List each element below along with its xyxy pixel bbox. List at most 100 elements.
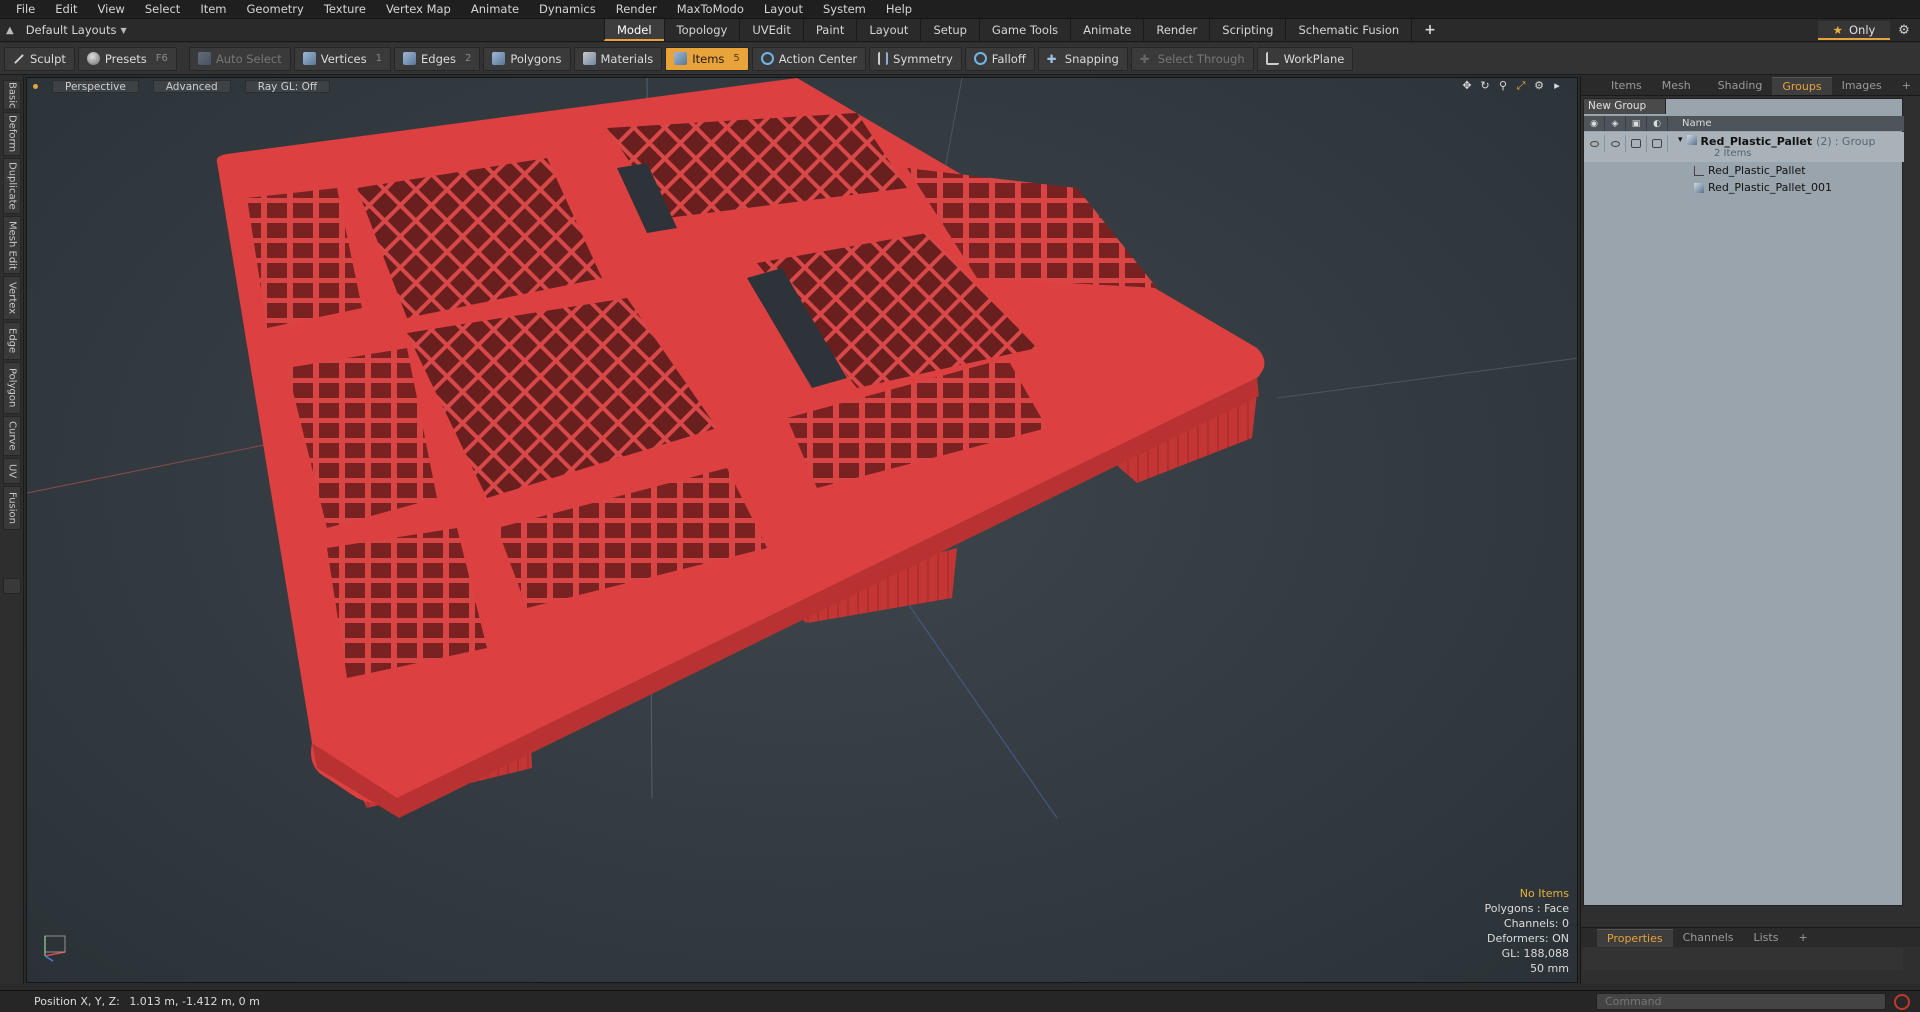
viewport-options-dot[interactable]	[33, 84, 38, 89]
tab-layout[interactable]: Layout	[856, 19, 920, 41]
action-center-label: Action Center	[778, 51, 858, 66]
left-tab-polygon[interactable]: Polygon	[3, 362, 21, 414]
left-strip-toggle[interactable]	[3, 578, 21, 594]
tree-row-child[interactable]: Red_Plastic_Pallet_001	[1584, 179, 1904, 196]
expand-arrow-icon[interactable]: ▾	[1678, 135, 1683, 145]
tab-scripting[interactable]: Scripting	[1209, 19, 1285, 41]
tab-schematic-fusion[interactable]: Schematic Fusion	[1285, 19, 1411, 41]
pallet-model[interactable]	[27, 78, 1578, 983]
menu-dynamics[interactable]: Dynamics	[529, 0, 606, 19]
visibility-column-icon[interactable]: ◉	[1584, 116, 1605, 131]
tab-uvedit[interactable]: UVEdit	[739, 19, 803, 41]
tab-properties[interactable]: Properties	[1597, 929, 1673, 947]
zoom-view-icon[interactable]: ⚲	[1497, 80, 1509, 92]
auto-select-button[interactable]: Auto Select	[188, 46, 291, 71]
sculpt-button[interactable]: Sculpt	[4, 46, 75, 71]
menu-edit[interactable]: Edit	[45, 0, 87, 19]
add-tab-button[interactable]: +	[1411, 19, 1448, 41]
tab-lists[interactable]: Lists	[1744, 929, 1789, 947]
select-toggle[interactable]	[1647, 135, 1668, 152]
grid-line	[1276, 357, 1577, 399]
add-panel-tab[interactable]: +	[1892, 77, 1920, 95]
snapping-icon: ✚	[1046, 52, 1057, 66]
move-view-icon[interactable]: ✥	[1461, 80, 1473, 92]
menu-maxtomodo[interactable]: MaxToModo	[667, 0, 754, 19]
presets-button[interactable]: Presets F6	[77, 46, 177, 71]
gear-icon[interactable]: ⚙	[1894, 21, 1914, 40]
view-type-button[interactable]: Perspective	[52, 80, 139, 93]
left-tab-basic[interactable]: Basic	[3, 80, 21, 110]
menu-texture[interactable]: Texture	[314, 0, 376, 19]
workplane-button[interactable]: WorkPlane	[1256, 46, 1354, 71]
left-tab-edge[interactable]: Edge	[3, 322, 21, 360]
command-input[interactable]	[1597, 994, 1885, 1009]
tab-setup[interactable]: Setup	[920, 19, 978, 41]
menu-layout[interactable]: Layout	[754, 0, 813, 19]
name-column-header[interactable]: Name	[1668, 118, 1712, 129]
command-field[interactable]	[1596, 993, 1886, 1010]
menu-file[interactable]: File	[6, 0, 45, 19]
render-column-icon[interactable]: ◈	[1605, 116, 1626, 131]
add-lower-tab[interactable]: +	[1788, 929, 1817, 947]
menu-vertex-map[interactable]: Vertex Map	[376, 0, 461, 19]
raygl-button[interactable]: Ray GL: Off	[244, 80, 331, 93]
snapping-button[interactable]: ✚ Snapping	[1037, 46, 1128, 71]
maximize-view-icon[interactable]: ⤢	[1515, 80, 1527, 92]
left-tab-uv[interactable]: UV	[3, 458, 21, 484]
falloff-button[interactable]: Falloff	[964, 46, 1035, 71]
edges-button[interactable]: Edges 2	[394, 46, 481, 71]
auto-select-label: Auto Select	[215, 51, 282, 66]
lock-column-icon[interactable]: ▣	[1626, 116, 1647, 131]
left-tab-deform[interactable]: Deform	[3, 112, 21, 156]
left-tab-duplicate[interactable]: Duplicate	[3, 158, 21, 214]
menu-render[interactable]: Render	[606, 0, 667, 19]
tab-render[interactable]: Render	[1143, 19, 1209, 41]
viewport-gear-icon[interactable]: ⚙	[1533, 80, 1545, 92]
only-button[interactable]: ★ Only	[1818, 21, 1890, 40]
tab-shading[interactable]: Shading	[1708, 77, 1773, 95]
tab-model[interactable]: Model	[604, 19, 664, 41]
viewport-expand-icon[interactable]: ▸	[1551, 80, 1563, 92]
lock-toggle[interactable]	[1626, 135, 1647, 152]
command-stop-icon[interactable]	[1894, 994, 1910, 1010]
symmetry-button[interactable]: Symmetry	[869, 46, 962, 71]
tab-animate[interactable]: Animate	[1070, 19, 1143, 41]
left-tab-mesh-edit[interactable]: Mesh Edit	[3, 216, 21, 274]
tab-topology[interactable]: Topology	[663, 19, 740, 41]
rotate-view-icon[interactable]: ↻	[1479, 80, 1491, 92]
action-center-button[interactable]: Action Center	[751, 46, 867, 71]
layout-selector[interactable]: ▲ Default Layouts ▼	[0, 23, 200, 37]
vertices-button[interactable]: Vertices 1	[293, 46, 391, 71]
tab-groups[interactable]: Groups	[1772, 77, 1832, 95]
tab-items[interactable]: Items	[1601, 77, 1652, 95]
menu-animate[interactable]: Animate	[461, 0, 529, 19]
tab-channels[interactable]: Channels	[1673, 929, 1744, 947]
left-tab-curve[interactable]: Curve	[3, 416, 21, 456]
tab-images[interactable]: Images	[1832, 77, 1892, 95]
visibility-toggle[interactable]	[1584, 135, 1605, 152]
menu-system[interactable]: System	[813, 0, 876, 19]
render-toggle[interactable]	[1605, 135, 1626, 152]
tree-row-group[interactable]: ▾ Red_Plastic_Pallet (2) : Group 2 Items	[1584, 132, 1904, 162]
shading-mode-button[interactable]: Advanced	[152, 80, 231, 93]
tab-paint[interactable]: Paint	[802, 19, 856, 41]
items-button[interactable]: Items 5	[665, 46, 749, 71]
polygons-button[interactable]: Polygons	[483, 46, 571, 71]
left-tab-fusion[interactable]: Fusion	[3, 486, 21, 530]
menu-item[interactable]: Item	[190, 0, 236, 19]
menu-view[interactable]: View	[88, 0, 135, 19]
menu-select[interactable]: Select	[135, 0, 190, 19]
select-column-icon[interactable]: ◐	[1647, 116, 1668, 131]
materials-button[interactable]: Materials	[573, 46, 663, 71]
menu-help[interactable]: Help	[876, 0, 922, 19]
menu-geometry[interactable]: Geometry	[237, 0, 314, 19]
tab-game-tools[interactable]: Game Tools	[978, 19, 1070, 41]
new-group-button[interactable]: New Group	[1584, 99, 1666, 114]
materials-icon	[582, 52, 596, 65]
tree-row-child[interactable]: Red_Plastic_Pallet	[1584, 162, 1904, 179]
tab-mesh[interactable]: Mesh ...	[1652, 77, 1708, 110]
3d-viewport[interactable]: Perspective Advanced Ray GL: Off ✥ ↻ ⚲ ⤢…	[26, 77, 1578, 983]
left-tab-vertex[interactable]: Vertex	[3, 276, 21, 320]
select-through-button[interactable]: ✚ Select Through	[1130, 46, 1254, 71]
collapse-icon[interactable]: ▲	[6, 25, 14, 36]
